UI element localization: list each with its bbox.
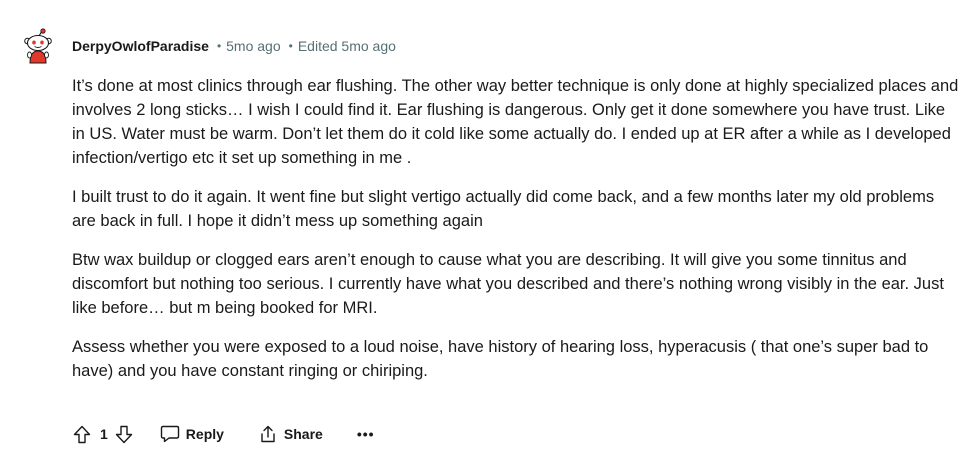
comment-paragraph: I built trust to do it again. It went fi…	[72, 188, 935, 230]
share-label: Share	[283, 426, 323, 442]
avatar[interactable]	[20, 28, 56, 64]
reply-button[interactable]: Reply	[160, 425, 224, 443]
edited-label: Edited 5mo ago	[297, 38, 396, 54]
reply-label: Reply	[185, 426, 224, 442]
more-icon: •••	[356, 426, 375, 442]
comment: DerpyOwlofParadise • 5mo ago • Edited 5m…	[0, 0, 963, 459]
upvote-icon	[73, 425, 91, 443]
share-button[interactable]: Share	[258, 425, 323, 443]
more-options-button[interactable]: •••	[357, 426, 375, 442]
comment-body: It’s done at most clinics through ear fl…	[72, 74, 960, 398]
downvote-icon	[115, 425, 132, 443]
share-icon	[261, 425, 275, 443]
comment-paragraph: It’s done at most clinics through ear fl…	[72, 77, 959, 167]
comment-paragraph: Assess whether you were exposed to a lou…	[72, 338, 929, 380]
comment-author[interactable]: DerpyOwlofParadise	[72, 38, 209, 54]
reddit-snoo-avatar-icon	[24, 28, 52, 64]
comment-action-bar: 1 Reply Share •••	[72, 420, 375, 448]
downvote-button[interactable]	[114, 424, 134, 444]
comment-paragraph: Btw wax buildup or clogged ears aren’t e…	[72, 251, 944, 317]
meta-separator: •	[288, 39, 293, 53]
vote-score: 1	[100, 426, 108, 442]
meta-separator: •	[216, 39, 222, 53]
comment-icon	[160, 425, 179, 443]
upvote-button[interactable]	[72, 424, 92, 444]
comment-header: DerpyOwlofParadise • 5mo ago • Edited 5m…	[72, 36, 396, 56]
comment-timestamp[interactable]: 5mo ago	[226, 38, 280, 54]
